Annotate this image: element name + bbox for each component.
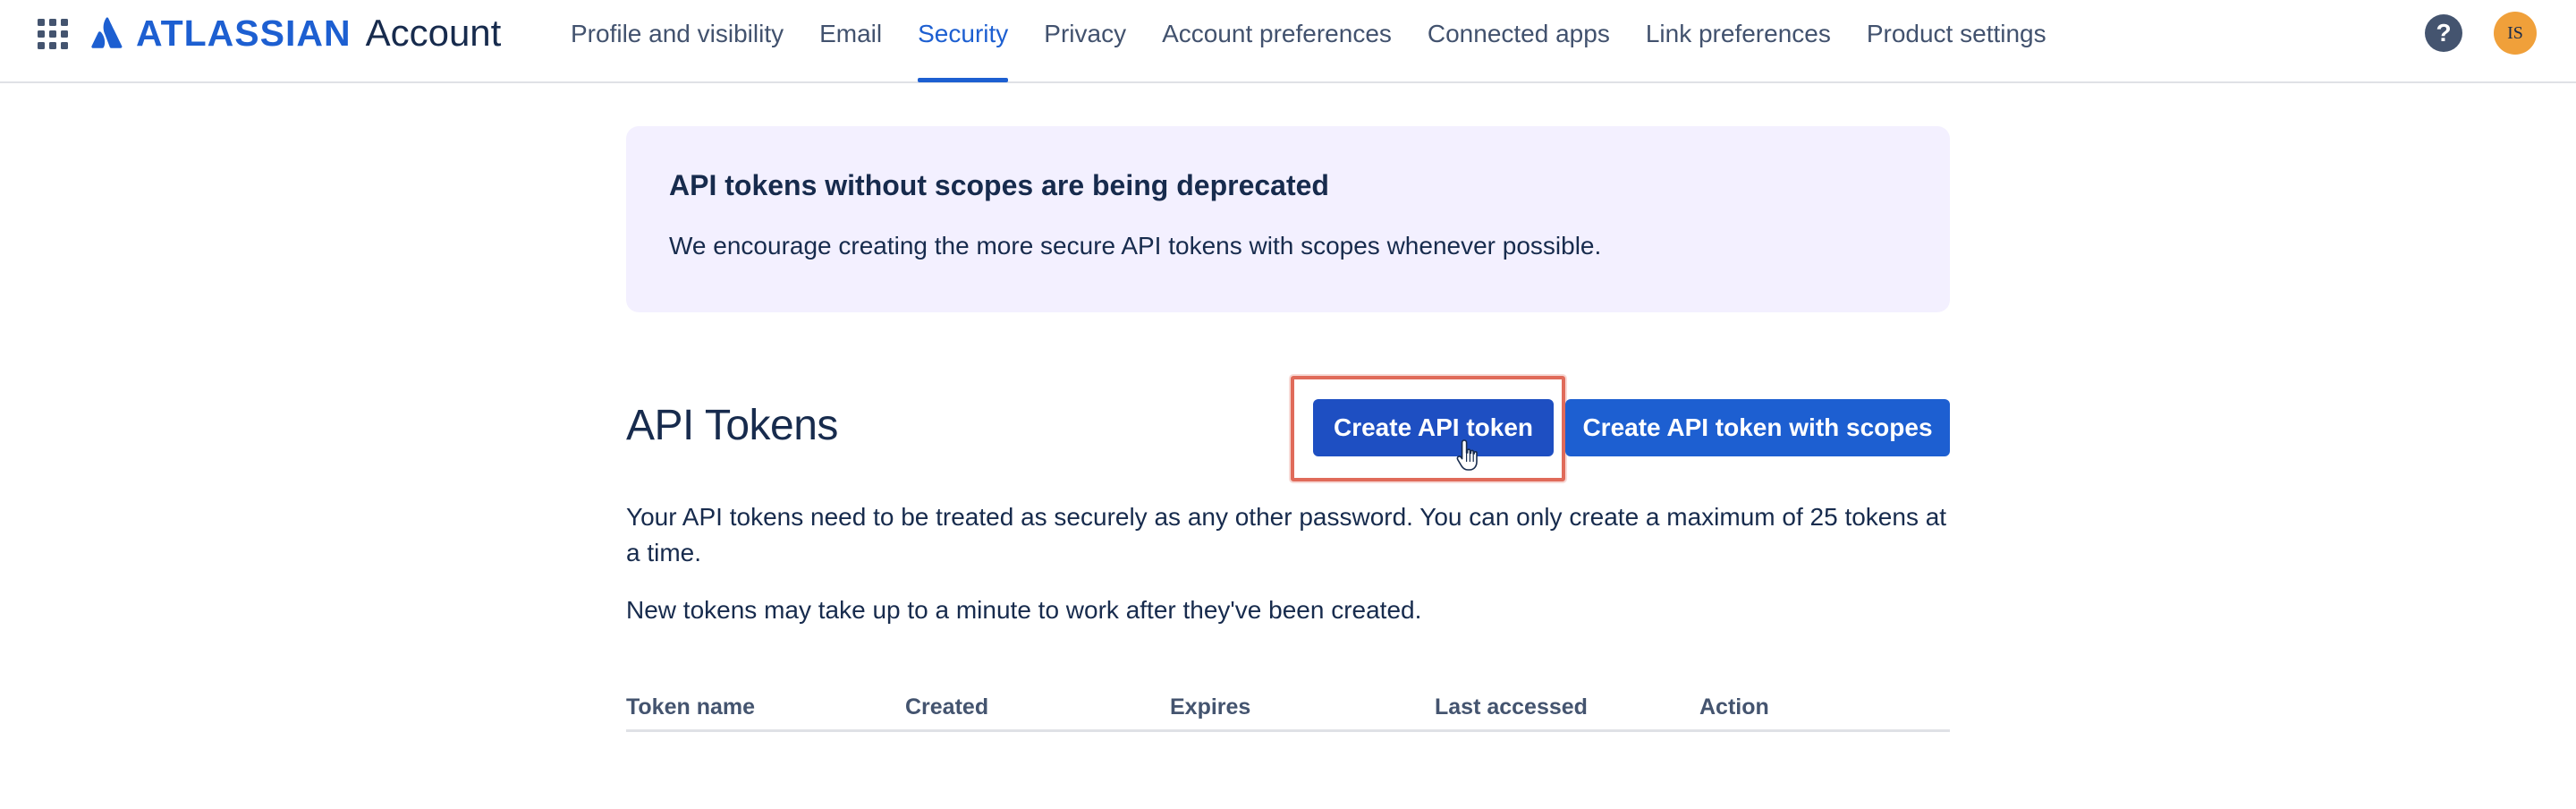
create-api-token-with-scopes-button[interactable]: Create API token with scopes [1565,399,1950,456]
app-switcher-icon[interactable] [38,19,68,49]
logo-wordmark: ATLASSIAN [136,12,352,54]
avatar[interactable]: IS [2494,12,2537,55]
tab-privacy[interactable]: Privacy [1026,0,1144,68]
atlassian-logo-icon [91,17,123,48]
tab-link-preferences[interactable]: Link preferences [1628,0,1849,68]
tab-product-settings[interactable]: Product settings [1849,0,2064,68]
page-title: API Tokens [626,402,838,449]
column-header-last-accessed[interactable]: Last accessed [1435,694,1588,720]
logo-product-name: Account [365,12,502,54]
table-header: Token name Created Expires Last accessed… [626,689,1950,732]
token-security-description: Your API tokens need to be treated as se… [626,503,1947,566]
token-delay-description: New tokens may take up to a minute to wo… [626,596,1422,624]
tab-email[interactable]: Email [801,0,900,68]
atlassian-logo[interactable]: ATLASSIAN Account [91,11,501,55]
banner-title: API tokens without scopes are being depr… [669,169,1329,201]
deprecation-banner: API tokens without scopes are being depr… [626,126,1950,312]
tab-profile-and-visibility[interactable]: Profile and visibility [553,0,801,68]
column-header-created[interactable]: Created [905,694,988,720]
column-header-action: Action [1699,694,1769,720]
api-tokens-table: Token name Created Expires Last accessed… [626,689,1950,732]
tab-connected-apps[interactable]: Connected apps [1410,0,1628,68]
tab-account-preferences[interactable]: Account preferences [1144,0,1410,68]
column-header-expires[interactable]: Expires [1170,694,1250,720]
column-header-token-name[interactable]: Token name [626,694,755,720]
help-icon[interactable]: ? [2425,14,2462,52]
tab-security[interactable]: Security [900,0,1026,82]
banner-body: We encourage creating the more secure AP… [669,232,1602,260]
top-navigation: ATLASSIAN Account Profile and visibility… [0,0,2576,83]
nav-tabs: Profile and visibility Email Security Pr… [553,0,2064,83]
create-api-token-button[interactable]: Create API token [1313,399,1554,456]
